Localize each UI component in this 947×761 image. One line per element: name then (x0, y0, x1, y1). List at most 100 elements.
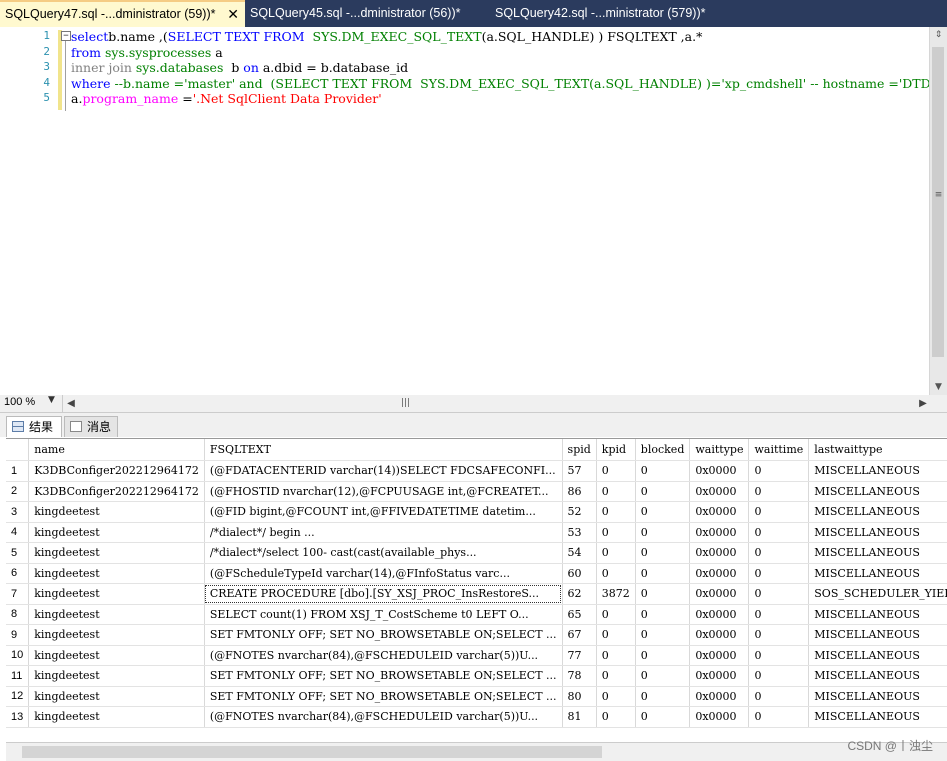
query-editor[interactable]: 1 2 3 4 5 − selectb.name ,(SELECT TEXT F… (0, 27, 947, 396)
table-cell[interactable]: 0 (635, 686, 691, 707)
row-number[interactable]: 1 (6, 460, 30, 482)
table-cell[interactable]: 0 (748, 604, 810, 625)
table-cell[interactable]: 0 (748, 522, 810, 543)
table-cell[interactable]: 57 (562, 460, 597, 482)
table-cell[interactable]: 0x0000 (689, 460, 750, 482)
row-number[interactable]: 9 (6, 624, 30, 646)
table-cell[interactable]: CREATE PROCEDURE [dbo].[SY_XSJ_PROC_InsR… (204, 583, 563, 605)
table-row[interactable]: 3 kingdeetest (@FID bigint,@FCOUNT int,@FF… (6, 501, 947, 523)
table-cell[interactable]: 0x0000 (689, 501, 750, 523)
table-cell[interactable]: kingdeetest (28, 645, 205, 666)
table-cell[interactable]: kingdeetest (28, 624, 205, 646)
table-cell[interactable]: kingdeetest (28, 542, 205, 564)
table-cell[interactable]: kingdeetest (28, 563, 205, 584)
table-cell[interactable]: 81 (562, 706, 597, 728)
table-cell[interactable]: MISCELLANEOUS (808, 563, 947, 584)
table-row[interactable]: 6 kingdeetest (@FScheduleTypeId varchar(14… (6, 563, 947, 584)
table-cell[interactable]: 0 (596, 604, 636, 625)
row-number[interactable]: 10 (6, 645, 30, 666)
column-header[interactable]: spid (562, 439, 597, 461)
table-cell[interactable]: 0 (635, 481, 691, 502)
table-cell[interactable]: MISCELLANEOUS (808, 522, 947, 543)
table-cell[interactable]: 0 (748, 665, 810, 687)
table-cell[interactable]: 0 (596, 501, 636, 523)
table-cell[interactable]: MISCELLANEOUS (808, 706, 947, 728)
table-cell[interactable]: 0x0000 (689, 645, 750, 666)
table-cell[interactable]: 0 (596, 645, 636, 666)
table-cell[interactable]: 0 (748, 542, 810, 564)
table-cell[interactable]: kingdeetest (28, 501, 205, 523)
row-number[interactable]: 12 (6, 686, 30, 707)
table-cell[interactable]: 0 (635, 624, 691, 646)
split-handle-icon[interactable]: ⇕ (930, 27, 947, 43)
table-cell[interactable]: (@FScheduleTypeId varchar(14),@FInfoStat… (204, 563, 563, 584)
table-cell[interactable]: 0 (748, 706, 810, 728)
table-cell[interactable]: 0 (596, 706, 636, 728)
table-cell[interactable]: MISCELLANEOUS (808, 542, 947, 564)
table-row[interactable]: 1 K3DBConfiger202212964172 (@FDATACENTERID… (6, 460, 947, 482)
table-cell[interactable]: 0x0000 (689, 706, 750, 728)
table-cell[interactable]: (@FHOSTID nvarchar(12),@FCPUUSAGE int,@F… (204, 481, 563, 502)
table-cell[interactable]: K3DBConfiger202212964172 (28, 460, 205, 482)
table-cell[interactable]: kingdeetest (28, 604, 205, 625)
table-row[interactable]: 10 kingdeetest (@FNOTES nvarchar(84),@FSCH… (6, 645, 947, 666)
table-cell[interactable]: 0 (596, 460, 636, 482)
table-cell[interactable]: MISCELLANEOUS (808, 604, 947, 625)
table-cell[interactable]: 0 (748, 501, 810, 523)
table-cell[interactable]: 0 (596, 686, 636, 707)
table-row[interactable]: 2 K3DBConfiger202212964172 (@FHOSTID nvarc… (6, 481, 947, 502)
table-cell[interactable]: 67 (562, 624, 597, 646)
table-cell[interactable]: 0 (596, 624, 636, 646)
table-cell[interactable]: MISCELLANEOUS (808, 665, 947, 687)
table-cell[interactable]: 0x0000 (689, 563, 750, 584)
table-cell[interactable]: 0 (748, 686, 810, 707)
row-number-header[interactable] (6, 439, 30, 461)
table-cell[interactable]: 0x0000 (689, 522, 750, 543)
table-row[interactable]: 12 kingdeetest SET FMTONLY OFF; SET NO_BR… (6, 686, 947, 707)
column-header[interactable]: waittime (748, 439, 810, 461)
table-cell[interactable]: SOS_SCHEDULER_YIELD (808, 583, 947, 605)
scroll-right-icon[interactable]: ▶ (915, 395, 931, 412)
table-cell[interactable]: 0x0000 (689, 686, 750, 707)
table-row[interactable]: 5 kingdeetest/*dialect*/select 100- cast(… (6, 542, 947, 564)
code-line[interactable]: where --b.name ='master' and (SELECT TEX… (71, 76, 929, 92)
table-cell[interactable]: 0 (596, 481, 636, 502)
table-cell[interactable]: MISCELLANEOUS (808, 624, 947, 646)
table-cell[interactable]: 60 (562, 563, 597, 584)
table-row[interactable]: 7 kingdeetest CREATE PROCEDURE [dbo].[SY_X… (6, 583, 947, 605)
table-cell[interactable]: /*dialect*/ begin ... (204, 522, 563, 543)
table-cell[interactable]: 0x0000 (689, 583, 750, 605)
table-row[interactable]: 13 kingdeetest (@FNOTES nvarchar(84),@FSCH… (6, 706, 947, 728)
table-row[interactable]: 11 kingdeetest SET FMTONLY OFF; SET NO_BR… (6, 665, 947, 687)
table-cell[interactable]: 0x0000 (689, 604, 750, 625)
table-cell[interactable]: 0 (635, 665, 691, 687)
table-cell[interactable]: 0 (748, 481, 810, 502)
zoom-dropdown-icon[interactable]: ▼ (48, 395, 55, 405)
code-line[interactable]: a.program_name ='.Net SqlClient Data Pro… (71, 91, 929, 107)
row-number[interactable]: 3 (6, 501, 30, 523)
table-cell[interactable]: 0 (635, 522, 691, 543)
table-cell[interactable]: 62 (562, 583, 597, 605)
table-cell[interactable]: MISCELLANEOUS (808, 501, 947, 523)
scrollbar-thumb[interactable] (22, 746, 602, 758)
table-cell[interactable]: /*dialect*/select 100- cast(cast(availab… (204, 542, 563, 564)
scroll-left-icon[interactable]: ◀ (63, 395, 79, 412)
row-number[interactable]: 2 (6, 481, 30, 502)
table-cell[interactable]: 0 (635, 563, 691, 584)
table-cell[interactable]: 77 (562, 645, 597, 666)
row-number[interactable]: 7 (6, 583, 30, 605)
tab-results[interactable]: 结果 (6, 416, 62, 437)
table-cell[interactable]: (@FNOTES nvarchar(84),@FSCHEDULEID varch… (204, 645, 563, 666)
table-cell[interactable]: SET FMTONLY OFF; SET NO_BROWSETABLE ON;S… (204, 686, 563, 707)
table-cell[interactable]: 0 (748, 645, 810, 666)
table-cell[interactable]: (@FNOTES nvarchar(84),@FSCHEDULEID varch… (204, 706, 563, 728)
table-cell[interactable]: 0 (596, 665, 636, 687)
table-cell[interactable]: 0 (596, 563, 636, 584)
code-line[interactable]: inner join sys.databases b on a.dbid = b… (71, 60, 929, 76)
table-cell[interactable]: 3872 (596, 583, 636, 605)
table-cell[interactable]: kingdeetest (28, 522, 205, 543)
table-cell[interactable]: 0x0000 (689, 665, 750, 687)
table-cell[interactable]: K3DBConfiger202212964172 (28, 481, 205, 502)
zoom-level[interactable]: 100 % (4, 396, 35, 408)
sql-code[interactable]: selectb.name ,(SELECT TEXT FROM SYS.DM_E… (71, 29, 929, 107)
